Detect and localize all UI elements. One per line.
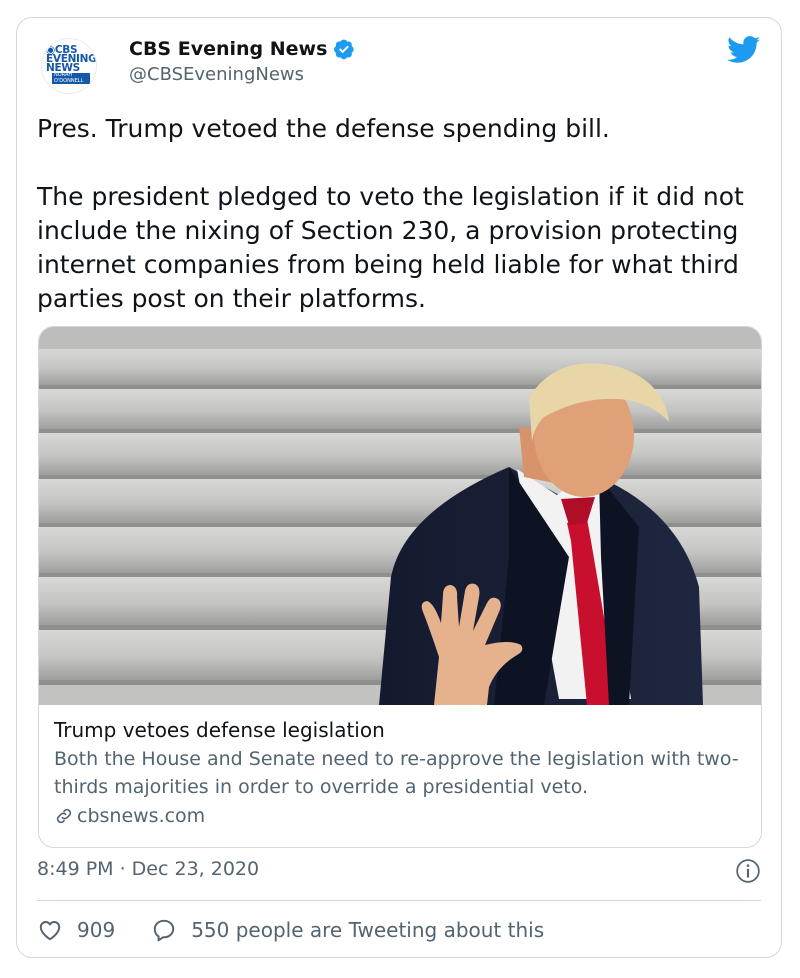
tweet-timestamp[interactable]: 8:49 PM · Dec 23, 2020 — [37, 858, 259, 880]
tweet-header: ◉CBS EVENING NEWS NORAH O'DONNELL CBS Even… — [37, 34, 761, 94]
verified-badge-icon — [334, 39, 355, 60]
twitter-bird-icon[interactable] — [727, 36, 761, 64]
tweeting-about-text: 550 people are Tweeting about this — [191, 918, 545, 942]
link-preview-meta: Trump vetoes defense legislation Both th… — [54, 717, 754, 830]
tweet-embed-card: ◉CBS EVENING NEWS NORAH O'DONNELL CBS Even… — [16, 17, 782, 958]
reply-bubble-icon — [154, 919, 175, 942]
info-icon[interactable] — [735, 858, 761, 884]
link-icon — [56, 808, 72, 824]
avatar-logo: ◉CBS EVENING NEWS — [46, 44, 97, 74]
link-title[interactable]: Trump vetoes defense legislation — [54, 717, 754, 743]
tweeting-about-button[interactable]: 550 people are Tweeting about this — [151, 917, 544, 943]
avatar[interactable]: ◉CBS EVENING NEWS NORAH O'DONNELL — [41, 38, 97, 94]
heart-icon — [39, 921, 61, 941]
link-domain-row[interactable]: cbsnews.com — [54, 802, 754, 830]
avatar-logo-bar: NORAH O'DONNELL — [52, 72, 90, 84]
tweet-actions: 909 550 people are Tweeting about this — [37, 912, 544, 948]
like-button[interactable]: 909 — [37, 917, 115, 943]
divider — [37, 900, 761, 901]
article-photo — [39, 327, 761, 705]
tweet-text: Pres. Trump vetoed the defense spending … — [37, 114, 744, 313]
account-name[interactable]: CBS Evening News — [129, 38, 327, 60]
link-preview-card[interactable]: Trump vetoes defense legislation Both th… — [38, 326, 762, 848]
link-description: Both the House and Senate need to re-app… — [54, 748, 739, 798]
like-count: 909 — [77, 918, 116, 942]
link-domain: cbsnews.com — [77, 805, 206, 827]
account-handle[interactable]: @CBSEveningNews — [129, 64, 304, 85]
account-name-row: CBS Evening News — [129, 34, 355, 64]
